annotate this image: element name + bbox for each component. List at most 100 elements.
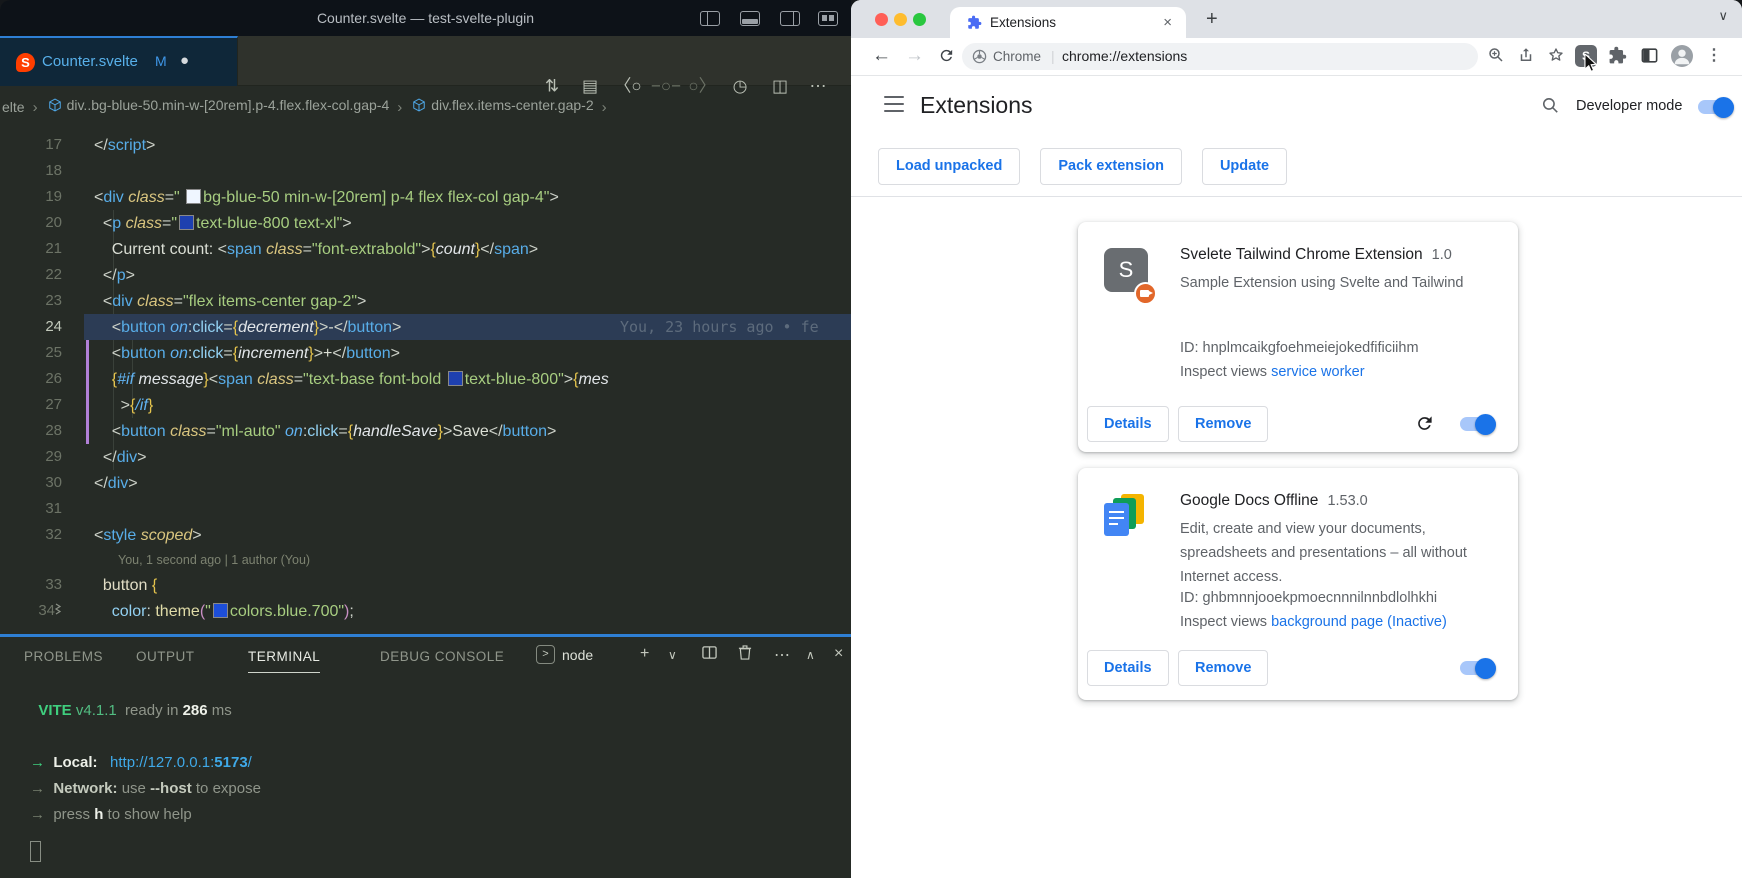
profile-avatar[interactable] [1671,45,1693,67]
close-panel-icon[interactable]: × [834,645,843,663]
inspect-views: Inspect views background page (Inactive) [1180,614,1447,630]
toggle-panel-icon[interactable] [740,11,760,26]
svelte-file-icon: S [16,53,35,72]
new-terminal-icon[interactable]: + [640,645,649,663]
breadcrumb[interactable]: elte›div..bg-blue-50.min-w-[20rem].p-4.f… [0,86,851,124]
menu-dots-icon[interactable]: ⋮ [1706,45,1722,65]
button-pack-extension[interactable]: Pack extension [1040,148,1182,185]
code-line: 20 <p class="text-blue-800 text-xl"> [0,210,851,236]
reload-icon[interactable] [938,45,955,70]
button-remove[interactable]: Remove [1178,406,1268,442]
tab-close-icon[interactable]: × [1163,14,1172,31]
panel-tab-problems[interactable]: PROBLEMS [24,649,103,664]
extension-version: 1.53.0 [1327,493,1367,509]
button-details[interactable]: Details [1087,406,1169,442]
inspect-view-link[interactable]: service worker [1271,364,1364,380]
vscode-tabbar: S Counter.svelte M ● ⇅▤〈○−○−○〉◷◫⋯ [0,36,851,86]
code-text: <button on:click={increment}>+</button> [94,340,400,367]
terminal-line: → Local: http://127.0.0.1:5173/ [30,753,252,771]
button-load-unpacked[interactable]: Load unpacked [878,148,1020,185]
modified-badge: M [155,53,167,69]
forward-icon[interactable]: → [905,45,924,67]
url-text[interactable]: chrome://extensions [1062,48,1187,64]
line-number: 19 [0,184,62,210]
zoom-window-light[interactable] [913,13,926,26]
breadcrumb-item[interactable]: div.flex.items-center.gap-2 [412,86,593,124]
extension-enabled-toggle-thumb[interactable] [1475,658,1496,679]
button-update[interactable]: Update [1202,148,1287,185]
git-blame-annotation: You, 23 hours ago • fe [620,314,819,340]
site-info-icon[interactable] [972,49,987,64]
extension-description: Edit, create and view your documents,spr… [1180,517,1490,589]
breadcrumb-label: div..bg-blue-50.min-w-[20rem].p-4.flex.f… [67,97,390,113]
extension-id: ID: hnplmcaikgfoehmeiejokedfificiihm [1180,340,1419,356]
side-panel-icon[interactable] [1640,46,1659,70]
button-details[interactable]: Details [1087,650,1169,686]
code-text: Current count: <span class="font-extrabo… [94,236,538,263]
reload-extension-icon[interactable] [1415,414,1434,438]
inspect-view-link[interactable]: background page (Inactive) [1271,614,1447,630]
code-line: 34 color: theme("colors.blue.700"); [0,598,851,624]
breadcrumb-label: div.flex.items-center.gap-2 [431,97,593,113]
line-number: 25 [0,340,62,366]
mouse-cursor [1582,54,1599,74]
terminal-dropdown-icon[interactable]: ∨ [668,648,677,662]
line-number: 27 [0,392,62,418]
breadcrumb-item[interactable]: elte [2,88,25,126]
tab-extensions[interactable]: Extensions × [950,7,1186,38]
address-bar[interactable]: Chrome | chrome://extensions [962,43,1478,70]
panel-tab-debug-console[interactable]: DEBUG CONSOLE [380,649,504,664]
code-text: button { [94,572,157,599]
panel-tab-terminal[interactable]: TERMINAL [248,649,320,664]
vscode-window-title: Counter.svelte — test-svelte-plugin [0,0,851,36]
minimize-window-light[interactable] [894,13,907,26]
code-text: >{/if} [94,392,153,419]
tab-search-chevron-icon[interactable]: ∨ [1718,8,1728,24]
line-number: 32 [0,522,62,548]
code-line: 18 [0,158,851,184]
search-icon[interactable] [1541,96,1560,120]
line-number: 23 [0,288,62,314]
breadcrumb-item[interactable]: div..bg-blue-50.min-w-[20rem].p-4.flex.f… [48,86,390,124]
developer-mode-toggle-thumb[interactable] [1713,97,1734,118]
extensions-page-header: Extensions Developer mode [851,76,1742,132]
terminal-cursor [30,841,41,862]
codelens-annotation: You, 1 second ago | 1 author (You) [0,548,851,572]
button-remove[interactable]: Remove [1178,650,1268,686]
code-text: <div class=" bg-blue-50 min-w-[20rem] p-… [94,184,559,211]
close-window-light[interactable] [875,13,888,26]
inspect-views: Inspect views service worker [1180,364,1365,380]
tab-title: Extensions [990,15,1056,30]
toggle-primary-sidebar-icon[interactable] [700,11,720,26]
hamburger-menu-icon[interactable] [884,96,904,112]
extension-description: Sample Extension using Svelte and Tailwi… [1180,271,1490,295]
toggle-secondary-sidebar-icon[interactable] [780,11,800,26]
kill-terminal-trash-icon[interactable] [738,645,752,665]
code-editor[interactable]: 17</script>1819 <div class=" bg-blue-50 m… [0,124,851,634]
color-swatch [186,189,201,204]
code-line: 32<style scoped> [0,522,851,548]
new-tab-icon[interactable]: + [1206,8,1218,31]
maximize-panel-icon[interactable]: ∧ [806,648,815,662]
extension-enabled-toggle-thumb[interactable] [1475,414,1496,435]
code-line: 26 {#if message}<span class="text-base f… [0,366,851,392]
breadcrumb-label: elte [2,99,25,115]
panel-more-actions-icon[interactable]: ⋯ [774,645,790,665]
share-icon[interactable] [1517,46,1535,69]
tab-counter-svelte[interactable]: S Counter.svelte M ● [0,36,238,86]
panel-tab-output[interactable]: OUTPUT [136,649,195,664]
split-terminal-icon[interactable] [702,645,717,665]
code-line: 17</script> [0,132,851,158]
code-text: <button on:click={decrement}>-</button> [94,314,401,341]
color-swatch [448,371,463,386]
terminal-shell-label[interactable]: node [562,647,593,663]
code-line: 28 <button class="ml-auto" on:click={han… [0,418,851,444]
vscode-titlebar: Counter.svelte — test-svelte-plugin [0,0,851,36]
zoom-icon[interactable] [1487,46,1505,69]
bookmark-star-icon[interactable] [1547,46,1565,69]
extensions-puzzle-icon[interactable] [1608,46,1627,70]
customize-layout-icon[interactable] [818,11,838,26]
code-text: {#if message}<span class="text-base font… [94,366,609,393]
line-number: 30 [0,470,62,496]
back-icon[interactable]: ← [872,45,891,67]
